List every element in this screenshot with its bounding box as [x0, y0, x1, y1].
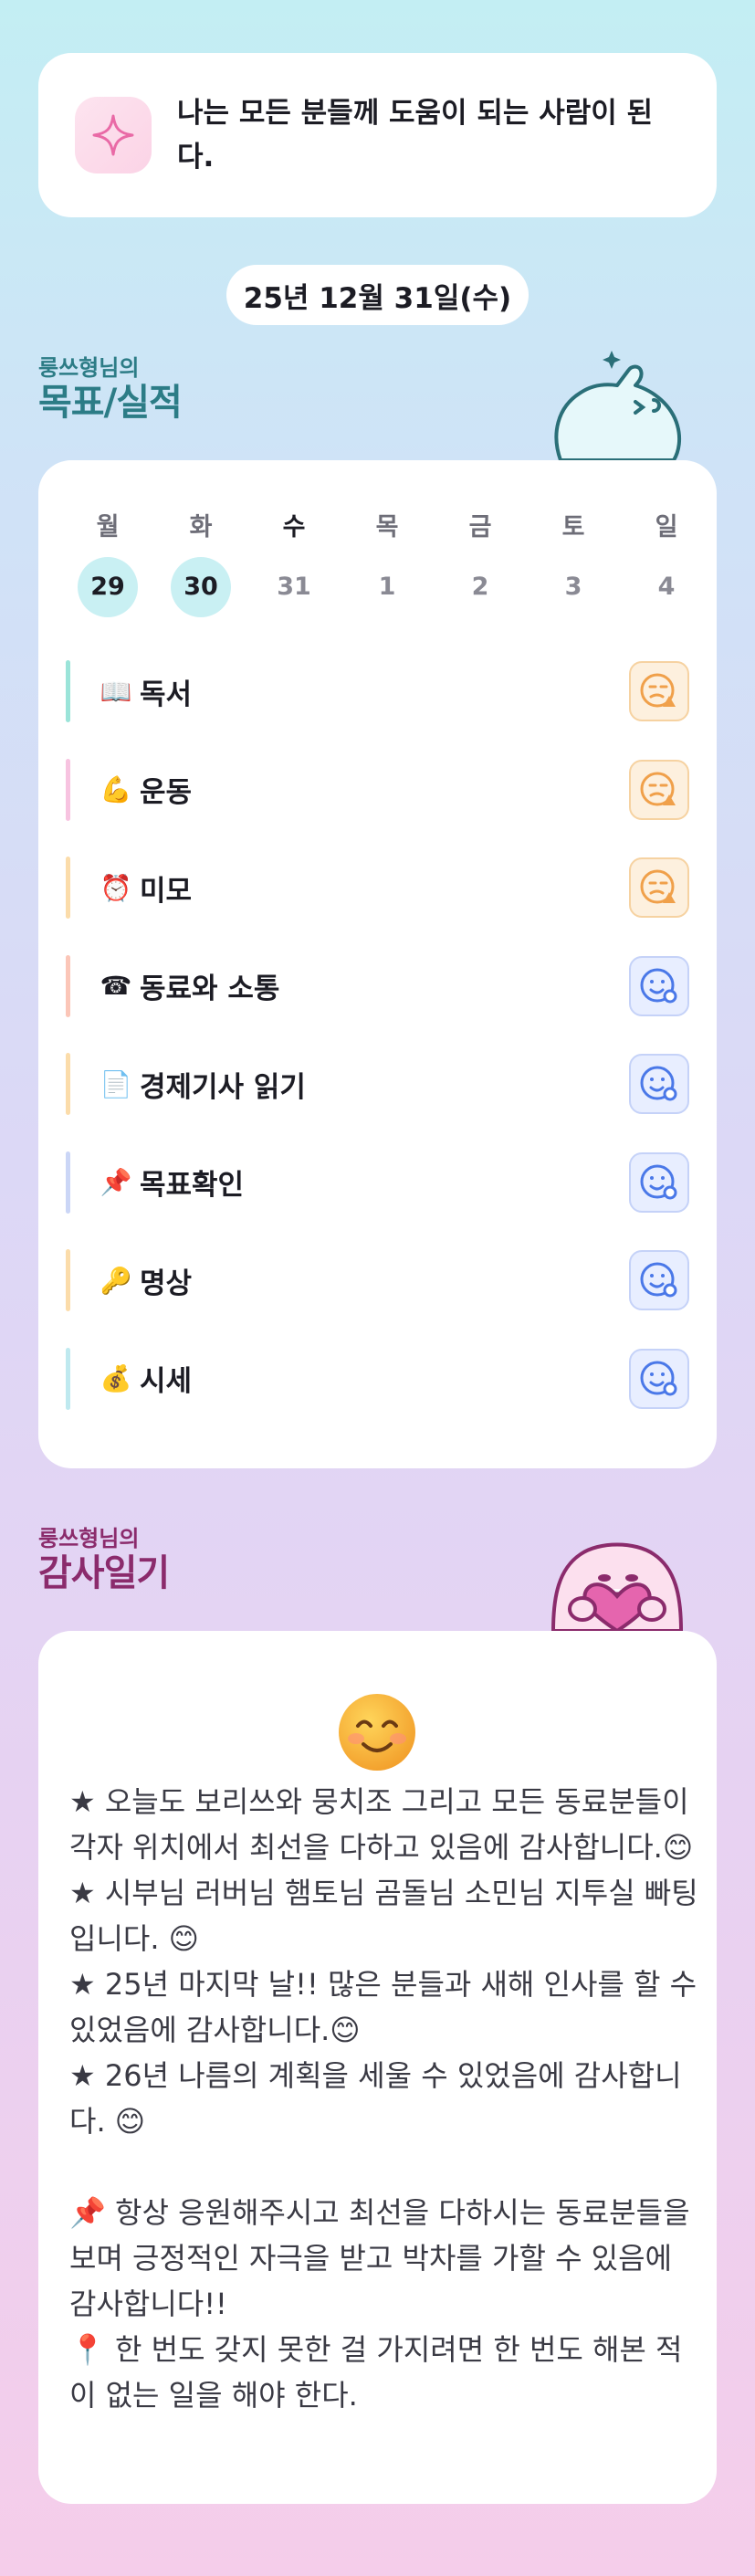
day-name: 수	[282, 513, 306, 541]
day-date: 31	[277, 573, 311, 601]
goal-color-bar	[66, 1053, 70, 1115]
day-name: 금	[468, 513, 492, 541]
date-selector[interactable]: 25년 12월 31일(수)	[226, 265, 529, 325]
goal-color-bar	[66, 857, 70, 919]
day-name: 화	[189, 513, 213, 541]
goal-color-bar	[66, 660, 70, 722]
goal-emoji-icon: ⏰	[100, 872, 132, 903]
motto-card: 나는 모든 분들께 도움이 되는 사람이 된다.	[38, 53, 717, 217]
goal-row[interactable]: 💰 시세	[66, 1343, 689, 1414]
status-incomplete-icon[interactable]	[629, 857, 689, 918]
day-3[interactable]: 토3	[542, 510, 604, 617]
day-date: 3	[564, 573, 582, 601]
gratitude-text: ★ 오늘도 보리쓰와 뭉치조 그리고 모든 동료분들이 각자 위치에서 최선을 …	[69, 1784, 698, 2413]
goal-row[interactable]: 📄 경제기사 읽기	[66, 1048, 689, 1120]
status-complete-icon[interactable]	[629, 1250, 689, 1310]
smiley-icon	[336, 1691, 418, 1773]
goal-emoji-icon: 💰	[100, 1363, 132, 1393]
day-31[interactable]: 수 31	[263, 510, 325, 617]
goal-label: 미모	[140, 874, 193, 908]
goal-emoji-icon: ☎	[100, 971, 132, 1001]
goal-emoji-icon: 💪	[100, 774, 132, 804]
goal-row[interactable]: 💪 운동	[66, 754, 689, 825]
goals-section-subtitle: 룽쓰형님의	[38, 355, 140, 381]
goal-emoji-icon: 📌	[100, 1167, 132, 1197]
goals-card: 월 29 화 30 수 31 목 1 금 2 토 3 일 4 📖 독서 💪 운동 ⏰ 미모 ☎ 동료와 소통 📄 경제기사 …	[38, 460, 717, 1468]
status-incomplete-icon[interactable]	[629, 661, 689, 721]
sparkle-icon	[75, 97, 152, 173]
goals-section-title: 룽쓰형님의 목표/실적	[38, 354, 183, 424]
goal-label: 목표확인	[140, 1169, 245, 1202]
goal-row[interactable]: 📖 독서	[66, 656, 689, 727]
day-date: 4	[657, 573, 676, 601]
goal-color-bar	[66, 954, 70, 1017]
gratitude-card: ★ 오늘도 보리쓰와 뭉치조 그리고 모든 동료분들이 각자 위치에서 최선을 …	[38, 1631, 717, 2504]
goal-label: 명상	[140, 1267, 193, 1300]
mascot-waving-icon	[544, 343, 690, 462]
goal-row[interactable]: 🔑 명상	[66, 1245, 689, 1316]
goal-color-bar	[66, 1151, 70, 1214]
day-name: 토	[561, 513, 585, 541]
goal-label: 시세	[140, 1365, 193, 1398]
day-date: 29	[78, 557, 138, 617]
day-name: 일	[655, 513, 678, 541]
goal-row[interactable]: ⏰ 미모	[66, 852, 689, 923]
goal-label: 운동	[140, 776, 193, 809]
week-strip: 월 29 화 30 수 31 목 1 금 2 토 3 일 4	[77, 510, 695, 619]
goal-color-bar	[66, 1249, 70, 1311]
day-29[interactable]: 월 29	[77, 510, 139, 617]
status-complete-icon[interactable]	[629, 1054, 689, 1114]
goal-emoji-icon: 🔑	[100, 1265, 132, 1296]
goal-label: 경제기사 읽기	[140, 1070, 306, 1104]
goal-row[interactable]: 📌 목표확인	[66, 1147, 689, 1218]
motto-text: 나는 모든 분들께 도움이 되는 사람이 된다.	[177, 97, 654, 173]
day-2[interactable]: 금2	[449, 510, 511, 617]
goal-row[interactable]: ☎ 동료와 소통	[66, 951, 689, 1022]
status-incomplete-icon[interactable]	[629, 759, 689, 820]
goals-section-heading: 목표/실적	[38, 382, 183, 424]
day-30[interactable]: 화 30	[170, 510, 232, 617]
gratitude-section-subtitle: 룽쓰형님의	[38, 1526, 140, 1551]
day-date: 30	[171, 557, 231, 617]
day-name: 월	[96, 513, 120, 541]
goal-label: 독서	[140, 678, 193, 711]
day-4[interactable]: 일4	[635, 510, 697, 617]
goal-label: 동료와 소통	[140, 973, 280, 1005]
goal-emoji-icon: 📖	[100, 676, 132, 707]
goal-color-bar	[66, 1347, 70, 1410]
goal-color-bar	[66, 758, 70, 821]
mascot-heart-icon	[544, 1514, 690, 1634]
gratitude-section-title: 룽쓰형님의 감사일기	[38, 1525, 170, 1594]
day-1[interactable]: 목1	[356, 510, 418, 617]
status-complete-icon[interactable]	[629, 1151, 689, 1213]
day-date: 1	[378, 573, 396, 601]
goal-emoji-icon: 📄	[100, 1068, 132, 1099]
day-name: 목	[375, 513, 399, 541]
gratitude-section-heading: 감사일기	[38, 1552, 170, 1594]
status-complete-icon[interactable]	[629, 955, 689, 1016]
day-date: 2	[471, 573, 489, 601]
status-complete-icon[interactable]	[629, 1348, 689, 1409]
